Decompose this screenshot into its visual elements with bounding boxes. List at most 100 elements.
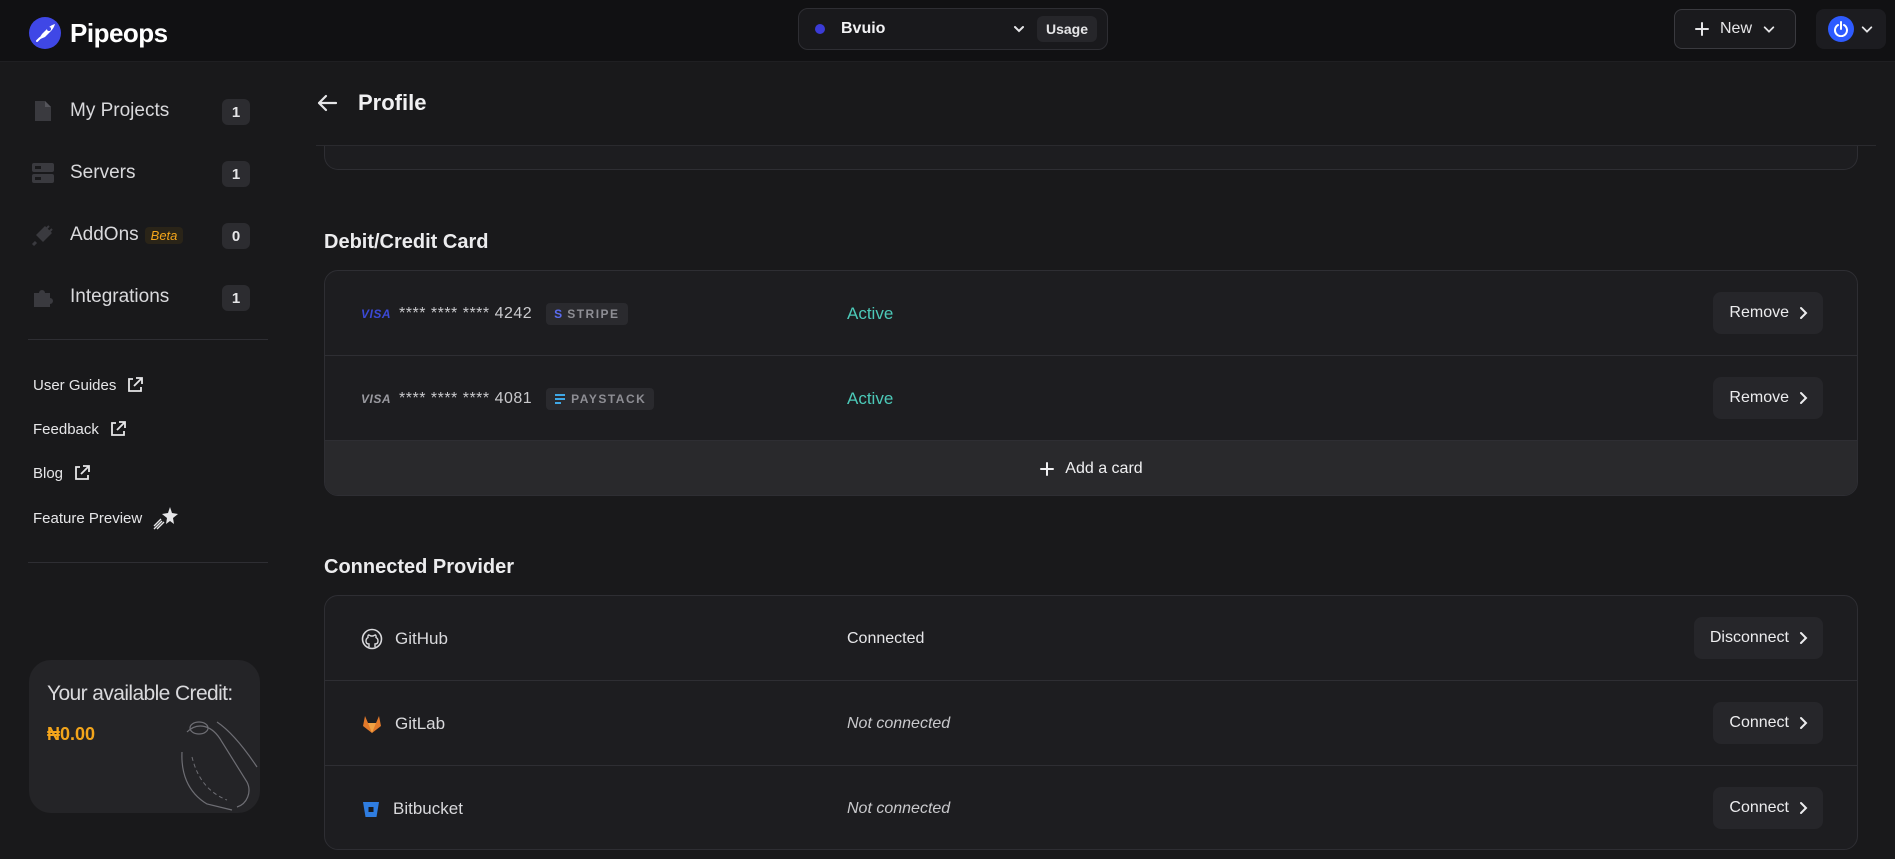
rocket-logo-icon [29, 17, 61, 49]
link-label: Blog [33, 464, 64, 482]
external-link-icon [75, 465, 90, 480]
github-icon [361, 628, 383, 649]
paystack-icon [555, 393, 566, 404]
previous-section-panel [324, 146, 1858, 170]
card-status: Active [847, 388, 894, 408]
provider-status: Not connected [847, 714, 951, 732]
chevron-right-icon [1800, 392, 1808, 404]
sidebar-item-label: Servers [70, 162, 136, 183]
gateway-badge: S STRIPE [546, 302, 628, 325]
bitbucket-icon [363, 801, 379, 817]
card-row: VISA **** **** **** 4081 PAYSTACK Active… [325, 356, 1857, 441]
external-link-icon [110, 421, 126, 436]
providers-panel: GitHub Connected Disconnect GitLab Not c… [324, 595, 1858, 850]
connect-bitbucket-button[interactable]: Connect [1713, 787, 1823, 829]
blog-link[interactable]: Blog [33, 460, 91, 486]
sidebar-divider [28, 562, 268, 563]
external-link-icon [128, 377, 144, 392]
cards-section-title: Debit/Credit Card [324, 231, 489, 253]
server-icon [30, 160, 56, 186]
wallet-illustration-icon [181, 721, 258, 811]
button-label: Remove [1729, 304, 1789, 321]
usage-button[interactable]: Usage [1036, 16, 1097, 42]
provider-row-gitlab: GitLab Not connected Connect [325, 681, 1857, 766]
cards-panel: VISA **** **** **** 4242 S STRIPE Active… [324, 270, 1858, 496]
count-badge: 1 [222, 161, 250, 187]
workspace-name: Bvuio [841, 20, 886, 37]
top-bar: Pipeops Bvuio Usage New [0, 0, 1895, 62]
provider-status: Not connected [847, 799, 951, 817]
button-label: Remove [1729, 389, 1789, 406]
chevron-down-icon [1861, 26, 1873, 33]
provider-name: Bitbucket [393, 798, 463, 818]
remove-card-button[interactable]: Remove [1713, 292, 1823, 334]
sidebar-item-integrations[interactable]: Integrations 1 [30, 275, 250, 319]
feature-preview-link[interactable]: Feature Preview [33, 505, 179, 531]
arrow-left-icon[interactable] [316, 93, 338, 113]
gateway-label: STRIPE [567, 306, 620, 321]
count-badge: 1 [222, 285, 250, 311]
new-button[interactable]: New [1674, 9, 1796, 49]
visa-logo: VISA [361, 391, 392, 406]
plus-icon [1040, 462, 1055, 476]
sidebar-item-servers[interactable]: Servers 1 [30, 151, 250, 195]
chevron-right-icon [1800, 802, 1808, 814]
provider-name: GitLab [395, 713, 446, 733]
sidebar-divider [28, 339, 268, 340]
provider-row-github: GitHub Connected Disconnect [325, 596, 1857, 681]
chevron-right-icon [1800, 307, 1808, 319]
remove-card-button[interactable]: Remove [1713, 377, 1823, 419]
chevron-right-icon [1800, 632, 1808, 644]
avatar [1828, 16, 1854, 42]
credit-title: Your available Credit: [47, 682, 233, 705]
sidebar-item-label: AddOns [70, 224, 139, 245]
power-icon [1834, 21, 1848, 37]
button-label: Connect [1729, 714, 1789, 731]
file-icon [30, 98, 56, 124]
gateway-label: PAYSTACK [571, 391, 647, 406]
page-header: Profile [316, 90, 426, 116]
add-card-label: Add a card [1065, 460, 1143, 477]
page-title: Profile [358, 90, 427, 115]
brand-logo[interactable]: Pipeops [28, 16, 168, 50]
connect-gitlab-button[interactable]: Connect [1713, 702, 1823, 744]
feedback-link[interactable]: Feedback [33, 416, 127, 442]
provider-row-bitbucket: Bitbucket Not connected Connect [325, 766, 1857, 849]
user-guides-link[interactable]: User Guides [33, 372, 144, 398]
card-row: VISA **** **** **** 4242 S STRIPE Active… [325, 271, 1857, 356]
add-card-button[interactable]: Add a card [325, 441, 1857, 495]
brand-name: Pipeops [70, 17, 168, 48]
sidebar-item-my-projects[interactable]: My Projects 1 [30, 89, 250, 133]
chevron-down-icon [1763, 26, 1775, 33]
count-badge: 1 [222, 99, 250, 125]
credit-amount: ₦0.00 [47, 724, 96, 744]
workspace-status-dot [815, 24, 825, 34]
plus-icon [1694, 22, 1709, 36]
plug-icon [30, 222, 56, 248]
gitlab-icon [363, 715, 381, 733]
user-menu[interactable] [1816, 9, 1886, 49]
providers-section-title: Connected Provider [324, 556, 515, 578]
provider-status: Connected [847, 629, 925, 647]
new-button-label: New [1719, 20, 1752, 37]
gateway-badge: PAYSTACK [546, 387, 655, 410]
sidebar: My Projects 1 Servers 1 AddOns Beta 0 In… [0, 62, 290, 859]
chevron-down-icon[interactable] [1011, 21, 1027, 37]
disconnect-github-button[interactable]: Disconnect [1693, 617, 1823, 659]
sidebar-item-label: My Projects [70, 100, 170, 121]
card-status: Active [847, 303, 894, 323]
visa-logo: VISA [361, 306, 392, 321]
sidebar-item-label: Integrations [70, 286, 170, 307]
puzzle-icon [30, 284, 56, 310]
credit-card-widget: Your available Credit: ₦0.00 [29, 660, 260, 813]
button-label: Connect [1729, 799, 1789, 816]
count-badge: 0 [222, 223, 250, 249]
chevron-right-icon [1800, 717, 1808, 729]
button-label: Disconnect [1709, 629, 1789, 646]
sidebar-item-addons[interactable]: AddOns Beta 0 [30, 213, 250, 257]
stripe-icon: S [554, 306, 563, 321]
link-label: Feature Preview [33, 509, 143, 527]
workspace-selector[interactable]: Bvuio Usage [798, 8, 1108, 50]
card-number: **** **** **** 4242 [399, 304, 533, 322]
beta-badge: Beta [144, 226, 184, 244]
